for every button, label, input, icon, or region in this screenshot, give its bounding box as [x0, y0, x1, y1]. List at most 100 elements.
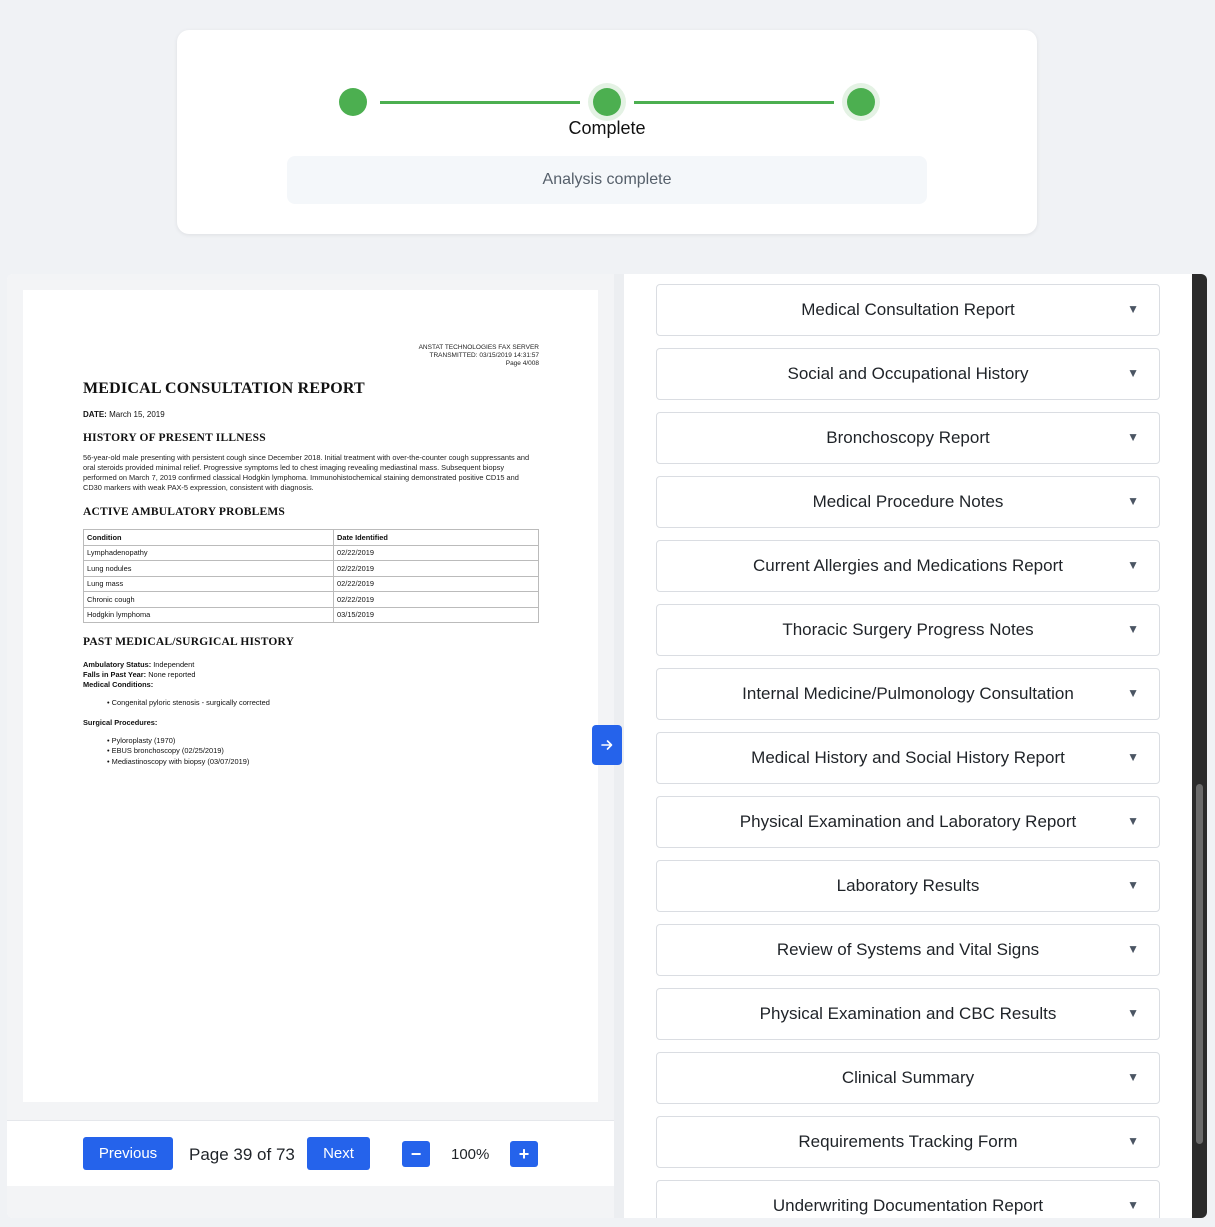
section-item[interactable]: Medical Procedure Notes ▼	[656, 476, 1160, 528]
step-connector-2	[634, 101, 834, 104]
section-label: Internal Medicine/Pulmonology Consultati…	[742, 684, 1074, 703]
previous-button[interactable]: Previous	[83, 1137, 173, 1170]
section-item[interactable]: Laboratory Results ▼	[656, 860, 1160, 912]
conditions-label: Medical Conditions:	[83, 680, 154, 689]
chevron-down-icon: ▼	[1127, 686, 1139, 700]
table-cell: 03/15/2019	[333, 606, 539, 623]
page-indicator: Page 39 of 73	[189, 1145, 295, 1164]
fax-header: ANSTAT TECHNOLOGIES FAX SERVER TRANSMITT…	[83, 344, 539, 368]
section-item[interactable]: Physical Examination and Laboratory Repo…	[656, 796, 1160, 848]
chevron-down-icon: ▼	[1127, 558, 1139, 572]
list-item: EBUS bronchoscopy (02/25/2019)	[107, 746, 539, 757]
document-title: MEDICAL CONSULTATION REPORT	[83, 380, 365, 397]
section-label: Review of Systems and Vital Signs	[776, 940, 1040, 959]
document-page[interactable]: ANSTAT TECHNOLOGIES FAX SERVER TRANSMITT…	[23, 290, 598, 1102]
section-item[interactable]: Bronchoscopy Report ▼	[656, 412, 1160, 464]
section-label: Laboratory Results	[836, 876, 980, 895]
table-cell: Hodgkin lymphoma	[83, 606, 334, 623]
section-label: Thoracic Surgery Progress Notes	[782, 620, 1034, 639]
table-row: Lung nodules 02/22/2019	[83, 560, 539, 577]
chevron-down-icon: ▼	[1127, 622, 1139, 636]
table-row: Lung mass 02/22/2019	[83, 575, 539, 592]
section-item[interactable]: Physical Examination and CBC Results ▼	[656, 988, 1160, 1040]
fax-header-line: ANSTAT TECHNOLOGIES FAX SERVER	[418, 344, 539, 351]
main-panel: ANSTAT TECHNOLOGIES FAX SERVER TRANSMITT…	[7, 274, 1207, 1218]
toggle-panel-button[interactable]	[592, 725, 622, 765]
chevron-down-icon: ▼	[1127, 1070, 1139, 1084]
section-item[interactable]: Internal Medicine/Pulmonology Consultati…	[656, 668, 1160, 720]
scrollbar[interactable]	[1192, 274, 1207, 1218]
pagination-bar: Previous Page 39 of 73 Next − 100% +	[7, 1120, 614, 1186]
table-row: Chronic cough 02/22/2019	[83, 591, 539, 608]
section-label: Social and Occupational History	[787, 364, 1029, 383]
section-label: Requirements Tracking Form	[798, 1132, 1018, 1151]
table-cell: Lung mass	[83, 575, 334, 592]
fax-header-line: TRANSMITTED: 03/15/2019 14:31:57	[429, 352, 539, 359]
table-header-cell: Condition	[83, 529, 334, 546]
chevron-down-icon: ▼	[1127, 494, 1139, 508]
procedures-list: Pyloroplasty (1970) EBUS bronchoscopy (0…	[83, 736, 539, 768]
table-cell: Chronic cough	[83, 591, 334, 608]
table-cell: 02/22/2019	[333, 575, 539, 592]
table-header-cell: Date Identified	[333, 529, 539, 546]
falls-value: None reported	[148, 670, 196, 679]
section-item[interactable]: Underwriting Documentation Report ▼	[656, 1180, 1160, 1218]
sections-list: Medical Consultation Report ▼ Social and…	[624, 274, 1192, 1218]
table-row: Lymphadenopathy 02/22/2019	[83, 544, 539, 561]
section-label: Medical Procedure Notes	[812, 492, 1004, 511]
section-label: Underwriting Documentation Report	[772, 1196, 1044, 1215]
chevron-down-icon: ▼	[1127, 366, 1139, 380]
chevron-down-icon: ▼	[1127, 430, 1139, 444]
section-item[interactable]: Medical Consultation Report ▼	[656, 284, 1160, 336]
list-item: Mediastinoscopy with biopsy (03/07/2019)	[107, 757, 539, 768]
document-viewer: ANSTAT TECHNOLOGIES FAX SERVER TRANSMITT…	[7, 274, 614, 1218]
ambulatory-label: Ambulatory Status:	[83, 660, 152, 669]
section-label: Current Allergies and Medications Report	[753, 556, 1063, 575]
hpi-text: 56-year-old male presenting with persist…	[83, 453, 530, 492]
chevron-down-icon: ▼	[1127, 814, 1139, 828]
step-3-dot	[847, 88, 875, 116]
section-item[interactable]: Requirements Tracking Form ▼	[656, 1116, 1160, 1168]
next-button[interactable]: Next	[307, 1137, 370, 1170]
table-cell: 02/22/2019	[333, 591, 539, 608]
section-item[interactable]: Medical History and Social History Repor…	[656, 732, 1160, 784]
list-item: Pyloroplasty (1970)	[107, 736, 539, 747]
table-cell: Lung nodules	[83, 560, 334, 577]
section-label: Bronchoscopy Report	[826, 428, 990, 447]
ambulatory-value: Independent	[153, 660, 195, 669]
pmh-heading: PAST MEDICAL/SURGICAL HISTORY	[83, 636, 295, 648]
chevron-down-icon: ▼	[1127, 942, 1139, 956]
conditions-list: Congenital pyloric stenosis - surgically…	[83, 698, 539, 709]
section-label: Physical Examination and CBC Results	[759, 1004, 1057, 1023]
section-item[interactable]: Clinical Summary ▼	[656, 1052, 1160, 1104]
progress-card: Complete Analysis complete	[177, 30, 1037, 234]
section-item[interactable]: Current Allergies and Medications Report…	[656, 540, 1160, 592]
chevron-down-icon: ▼	[1127, 302, 1139, 316]
document-date: DATE: March 15, 2019	[83, 410, 539, 419]
arrow-right-icon	[601, 739, 613, 750]
table-cell: Lymphadenopathy	[83, 544, 334, 561]
document-content: ANSTAT TECHNOLOGIES FAX SERVER TRANSMITT…	[83, 344, 539, 767]
date-label: DATE:	[83, 410, 107, 419]
section-label: Clinical Summary	[841, 1068, 975, 1087]
section-label: Medical Consultation Report	[801, 300, 1015, 319]
scrollbar-thumb[interactable]	[1196, 784, 1203, 1144]
section-item[interactable]: Review of Systems and Vital Signs ▼	[656, 924, 1160, 976]
zoom-out-button[interactable]: −	[402, 1141, 430, 1167]
step-connector-1	[380, 101, 580, 104]
zoom-in-button[interactable]: +	[510, 1141, 538, 1167]
section-item[interactable]: Social and Occupational History ▼	[656, 348, 1160, 400]
problems-heading: ACTIVE AMBULATORY PROBLEMS	[83, 506, 286, 518]
ambulatory-status: Ambulatory Status: Independent	[83, 660, 539, 670]
surgical-procedures: Surgical Procedures:	[83, 718, 539, 728]
progress-stepper	[177, 88, 1037, 118]
falls-in-past-year: Falls in Past Year: None reported	[83, 670, 539, 680]
table-cell: 02/22/2019	[333, 544, 539, 561]
section-item[interactable]: Thoracic Surgery Progress Notes ▼	[656, 604, 1160, 656]
table-header-row: Condition Date Identified	[83, 529, 539, 546]
section-label: Physical Examination and Laboratory Repo…	[739, 812, 1077, 831]
chevron-down-icon: ▼	[1127, 1134, 1139, 1148]
date-value: March 15, 2019	[109, 410, 165, 419]
status-message: Analysis complete	[287, 156, 927, 204]
section-label: Medical History and Social History Repor…	[751, 748, 1065, 767]
